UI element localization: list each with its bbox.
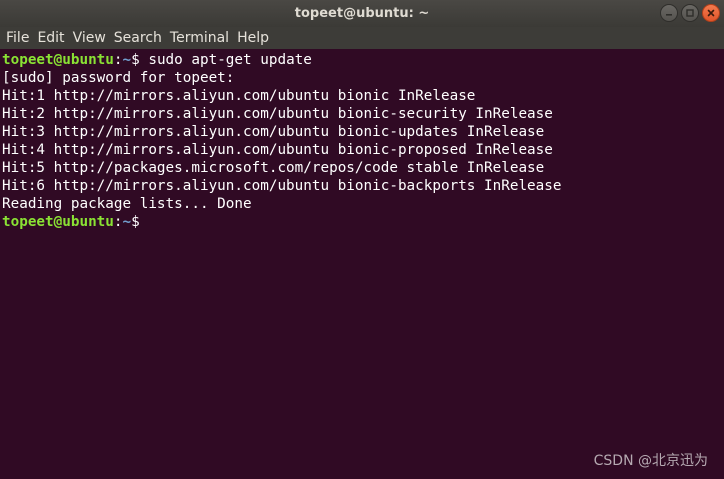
- output-line: Hit:4 http://mirrors.aliyun.com/ubuntu b…: [2, 142, 553, 158]
- menu-terminal[interactable]: Terminal: [166, 27, 233, 49]
- prompt-path: ~: [122, 52, 132, 68]
- current-prompt-line[interactable]: topeet@ubuntu:~$: [2, 213, 724, 231]
- prompt-separator: :: [113, 52, 123, 68]
- prompt-path: ~: [122, 214, 132, 230]
- output-line: Hit:5 http://packages.microsoft.com/repo…: [2, 160, 545, 176]
- close-icon: [707, 9, 715, 17]
- minimize-icon: [666, 14, 672, 16]
- maximize-icon: [686, 9, 694, 17]
- output-line: Hit:6 http://mirrors.aliyun.com/ubuntu b…: [2, 178, 562, 194]
- maximize-button[interactable]: [681, 4, 699, 22]
- menu-help[interactable]: Help: [233, 27, 273, 49]
- prompt-symbol: $: [131, 52, 149, 68]
- watermark: CSDN @北京迅为: [593, 453, 708, 469]
- close-button[interactable]: [702, 4, 720, 22]
- command-line: topeet@ubuntu:~$ sudo apt-get update: [2, 51, 724, 69]
- output-line: Hit:1 http://mirrors.aliyun.com/ubuntu b…: [2, 88, 476, 104]
- output-line: [sudo] password for topeet:: [2, 70, 235, 86]
- output-line: Hit:3 http://mirrors.aliyun.com/ubuntu b…: [2, 124, 545, 140]
- prompt-symbol: $: [131, 214, 140, 230]
- prompt-user: topeet@ubuntu: [2, 52, 114, 68]
- title-bar[interactable]: topeet@ubuntu: ~: [0, 0, 724, 28]
- window-controls: [660, 4, 720, 22]
- terminal-output-area[interactable]: topeet@ubuntu:~$ sudo apt-get update [su…: [0, 50, 724, 479]
- output-line: Reading package lists... Done: [2, 196, 252, 212]
- menu-view[interactable]: View: [69, 27, 110, 49]
- output-line: Hit:2 http://mirrors.aliyun.com/ubuntu b…: [2, 106, 553, 122]
- command-text: sudo apt-get update: [148, 52, 312, 68]
- terminal-window: topeet@ubuntu: ~ File Edit View Search T…: [0, 0, 724, 479]
- prompt-separator: :: [113, 214, 123, 230]
- menu-bar: File Edit View Search Terminal Help: [0, 27, 724, 49]
- menu-edit[interactable]: Edit: [33, 27, 68, 49]
- menu-file[interactable]: File: [2, 27, 33, 49]
- window-title: topeet@ubuntu: ~: [294, 6, 430, 21]
- minimize-button[interactable]: [660, 4, 678, 22]
- prompt-user: topeet@ubuntu: [2, 214, 114, 230]
- menu-search[interactable]: Search: [110, 27, 166, 49]
